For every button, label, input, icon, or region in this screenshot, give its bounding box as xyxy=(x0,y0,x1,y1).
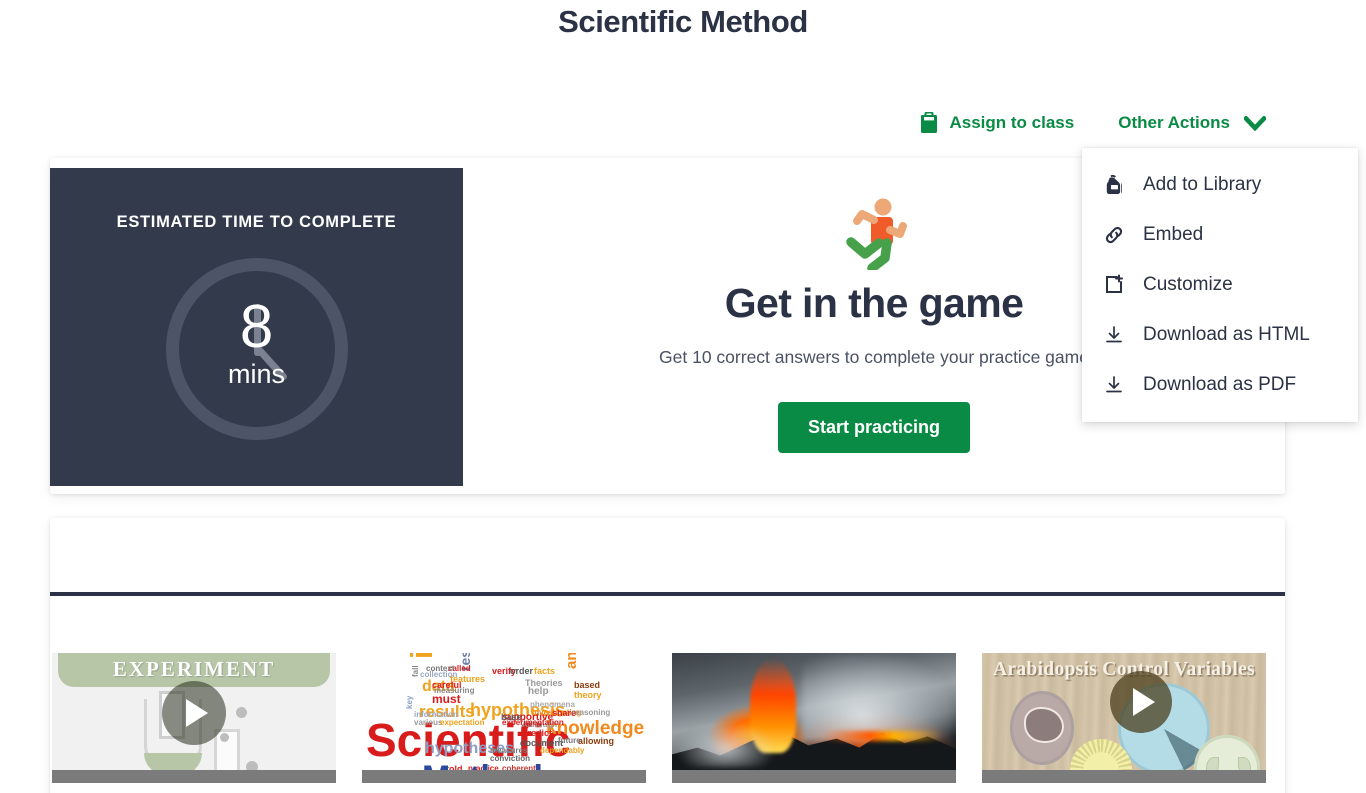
word-cloud-image: Scientificinquiryknowledgehypothesisresu… xyxy=(362,653,646,783)
word-cloud-term: features xyxy=(450,674,486,684)
assign-to-class-button[interactable]: Assign to class xyxy=(919,112,1075,134)
word-cloud-term: help xyxy=(528,686,549,697)
page-title: Scientific Method xyxy=(558,4,808,39)
dropdown-item-add-to-library[interactable]: Add to Library xyxy=(1082,160,1358,210)
progress-bar[interactable] xyxy=(362,770,646,783)
chevron-down-icon xyxy=(1244,115,1266,131)
word-cloud-term: inquiry xyxy=(404,653,439,659)
word-cloud-term: fall xyxy=(411,665,420,677)
dropdown-item-label: Embed xyxy=(1143,224,1204,245)
word-cloud-term: facts xyxy=(534,666,556,676)
word-cloud-term: predict xyxy=(522,728,553,738)
other-actions-label: Other Actions xyxy=(1118,113,1230,132)
progress-bar[interactable] xyxy=(672,770,956,783)
backpack-icon xyxy=(1102,173,1126,197)
word-cloud-thumbnail[interactable]: Scientificinquiryknowledgehypothesisresu… xyxy=(362,653,646,783)
word-cloud-term: future xyxy=(558,736,581,745)
play-icon xyxy=(186,698,208,727)
thumbnail-row: EXPERIMENT Scientificinquiryknowledgehyp… xyxy=(50,596,1285,783)
smoke-cloud xyxy=(678,723,774,767)
dropdown-item-label: Download as HTML xyxy=(1143,324,1310,345)
link-icon xyxy=(1102,223,1126,247)
experiment-thumbnail[interactable]: EXPERIMENT xyxy=(52,653,336,783)
assign-to-class-label: Assign to class xyxy=(949,113,1075,132)
word-cloud-term: key xyxy=(405,695,414,709)
word-cloud-term: theory xyxy=(574,690,602,700)
word-cloud-term: allowing xyxy=(578,736,614,746)
lava-crack xyxy=(822,731,942,741)
bubble-dot xyxy=(220,733,229,742)
word-cloud-term: another xyxy=(563,653,580,669)
word-cloud-term: reasoning xyxy=(572,708,611,717)
smoke-cloud xyxy=(802,655,952,741)
resource-panel: EXPERIMENT Scientificinquiryknowledgehyp… xyxy=(50,518,1285,793)
arabidopsis-thumbnail[interactable]: Arabidopsis Control Variables xyxy=(982,653,1266,783)
download-icon xyxy=(1102,373,1126,397)
estimated-time-unit: mins xyxy=(227,359,285,389)
action-bar: Assign to class Other Actions xyxy=(0,112,1366,134)
word-cloud-term: context xyxy=(426,664,455,673)
dropdown-item-customize[interactable]: Customize xyxy=(1082,260,1358,310)
word-cloud-term: various xyxy=(414,718,443,727)
estimated-time-value: 8 xyxy=(239,293,274,360)
play-icon xyxy=(1133,688,1155,716)
clock-graphic: 8 mins xyxy=(165,258,348,440)
play-button[interactable] xyxy=(162,680,226,745)
resource-tabbar xyxy=(50,518,1285,592)
word-cloud-term: measuring xyxy=(434,686,475,695)
dropdown-item-label: Download as PDF xyxy=(1143,374,1297,395)
start-practicing-button[interactable]: Start practicing xyxy=(777,402,971,453)
promo-heading: Get in the game xyxy=(724,280,1024,326)
word-cloud-term: Theories xyxy=(525,678,563,688)
dropdown-item-label: Customize xyxy=(1143,274,1233,295)
bubble-dot xyxy=(236,707,247,718)
word-cloud-term: order xyxy=(510,666,534,676)
progress-bar[interactable] xyxy=(52,770,336,783)
running-person-icon xyxy=(839,198,909,273)
soil-mound xyxy=(1024,707,1064,743)
clipboard-icon xyxy=(919,112,939,134)
promo-subtext: Get 10 correct answers to complete your … xyxy=(659,347,1089,367)
progress-bar[interactable] xyxy=(982,770,1266,783)
other-actions-button[interactable]: Other Actions xyxy=(1118,113,1266,133)
word-cloud-term: experimentation xyxy=(502,718,564,727)
word-cloud-term: expectation xyxy=(440,718,485,727)
dropdown-item-download-html[interactable]: Download as HTML xyxy=(1082,310,1358,360)
dropdown-item-embed[interactable]: Embed xyxy=(1082,210,1358,260)
estimated-time-label: ESTIMATED TIME TO COMPLETE xyxy=(116,213,397,231)
estimated-time-panel: ESTIMATED TIME TO COMPLETE 8 mins xyxy=(50,168,463,486)
word-cloud-term: based xyxy=(574,680,601,690)
download-icon xyxy=(1102,323,1126,347)
volcano-thumbnail[interactable] xyxy=(672,653,956,783)
dropdown-item-label: Add to Library xyxy=(1143,174,1262,195)
dropdown-item-download-pdf[interactable]: Download as PDF xyxy=(1082,360,1358,410)
page-root: Scientific Method Assign to class Other … xyxy=(0,0,1366,793)
word-cloud-term: dependably xyxy=(540,746,585,755)
frame-plus-icon xyxy=(1102,273,1126,297)
play-button[interactable] xyxy=(1110,671,1172,733)
other-actions-dropdown: Add to Library Embed Customize Download … xyxy=(1082,148,1358,422)
